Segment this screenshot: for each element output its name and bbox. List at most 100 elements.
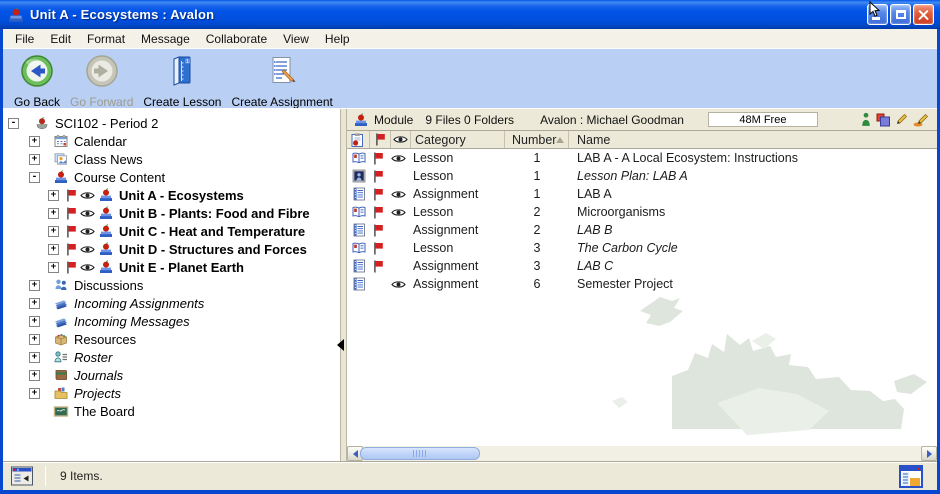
expand-toggle-icon[interactable]: + (29, 352, 40, 363)
list-row[interactable]: Lesson 2 Microorganisms (347, 203, 937, 221)
tree-item-unit-e[interactable]: + Unit E - Planet Earth (3, 258, 340, 276)
maximize-button[interactable] (890, 4, 911, 25)
number-column-header[interactable]: Number (505, 131, 569, 148)
expand-toggle-icon[interactable]: + (29, 334, 40, 345)
menu-message[interactable]: Message (133, 30, 198, 48)
expand-toggle-icon[interactable]: + (48, 190, 59, 201)
tree-item-label: Unit C - Heat and Temperature (119, 224, 305, 239)
tree-item-resources[interactable]: + Resources (3, 330, 340, 348)
name-cell: LAB A - A Local Ecosystem: Instructions (577, 151, 798, 165)
pencil-icon[interactable] (896, 113, 908, 127)
course-tree-panel: - SCI102 - Period 2 + Calendar + Class N… (3, 109, 340, 461)
expand-toggle-icon[interactable]: + (48, 262, 59, 273)
expand-toggle-icon[interactable]: + (29, 298, 40, 309)
module-icon (353, 112, 369, 128)
tree-item-journals[interactable]: + Journals (3, 366, 340, 384)
apple-books-icon (98, 187, 114, 203)
tree-item-unit-a[interactable]: + Unit A - Ecosystems (3, 186, 340, 204)
collapse-toggle-icon[interactable]: - (29, 172, 40, 183)
menu-file[interactable]: File (7, 30, 42, 48)
list-row[interactable]: Assignment 3 LAB C (347, 257, 937, 275)
layout-icon[interactable] (899, 465, 923, 488)
create-lesson-button[interactable]: 1 Create Lesson (138, 53, 226, 110)
category-column-header[interactable]: Category (411, 131, 505, 148)
expand-toggle-icon[interactable]: + (48, 226, 59, 237)
name-cell: Lesson Plan: LAB A (577, 169, 688, 183)
horizontal-scrollbar[interactable] (347, 445, 937, 461)
list-row[interactable]: Assignment 1 LAB A (347, 185, 937, 203)
tree-item-unit-c[interactable]: + Unit C - Heat and Temperature (3, 222, 340, 240)
apple-books-icon (53, 169, 69, 185)
list-row[interactable]: Lesson 1 Lesson Plan: LAB A (347, 167, 937, 185)
expand-toggle-icon[interactable]: + (29, 280, 40, 291)
tree-item-unit-b[interactable]: + Unit B - Plants: Food and Fibre (3, 204, 340, 222)
overlapping-windows-icon[interactable] (876, 113, 891, 127)
expand-toggle-icon[interactable]: + (29, 154, 40, 165)
tree-item-incoming-assignments[interactable]: + Incoming Assignments (3, 294, 340, 312)
panel-splitter[interactable] (340, 109, 347, 461)
menu-edit[interactable]: Edit (42, 30, 79, 48)
list-row[interactable]: Lesson 1 LAB A - A Local Ecosystem: Inst… (347, 149, 937, 167)
flag-icon (373, 152, 387, 165)
tree-item-unit-d[interactable]: + Unit D - Structures and Forces (3, 240, 340, 258)
tree-item-course-root[interactable]: - SCI102 - Period 2 (3, 114, 340, 132)
name-cell: Semester Project (577, 277, 673, 291)
chevron-right-icon (927, 450, 932, 458)
collapse-panel-icon[interactable] (337, 339, 344, 351)
list-row[interactable]: Assignment 2 LAB B (347, 221, 937, 239)
go-forward-button[interactable]: Go Forward (65, 53, 138, 110)
scroll-right-button[interactable] (921, 446, 937, 461)
menu-help[interactable]: Help (317, 30, 358, 48)
go-back-button[interactable]: Go Back (9, 53, 65, 110)
flag-icon (66, 207, 77, 220)
mouse-cursor (869, 1, 881, 23)
menu-collaborate[interactable]: Collaborate (198, 30, 275, 48)
tree-item-calendar[interactable]: + Calendar (3, 132, 340, 150)
tree-item-incoming-messages[interactable]: + Incoming Messages (3, 312, 340, 330)
expand-toggle-icon[interactable]: + (29, 136, 40, 147)
tree-item-projects[interactable]: + Projects (3, 384, 340, 402)
eye-icon (391, 208, 409, 217)
free-space-indicator: 48M Free (708, 112, 818, 127)
content-panel: Module 9 Files 0 Folders Avalon : Michae… (347, 109, 937, 461)
tree-item-discussions[interactable]: + Discussions (3, 276, 340, 294)
expand-toggle-icon[interactable]: + (48, 208, 59, 219)
list-row[interactable]: Assignment 6 Semester Project (347, 275, 937, 293)
status-bar: 9 Items. (3, 461, 937, 490)
tree-item-label: Course Content (74, 170, 165, 185)
create-assignment-button[interactable]: Create Assignment (226, 53, 337, 110)
expand-toggle-icon[interactable]: + (48, 244, 59, 255)
expand-toggle-icon[interactable]: + (29, 370, 40, 381)
tree-item-label: Unit B - Plants: Food and Fibre (119, 206, 310, 221)
item-icon-column-header[interactable] (347, 131, 370, 148)
category-cell: Assignment (413, 259, 505, 273)
expand-toggle-icon[interactable]: + (29, 316, 40, 327)
flag-icon (373, 242, 387, 255)
split-view-icon[interactable] (11, 466, 33, 486)
menu-view[interactable]: View (275, 30, 317, 48)
menu-format[interactable]: Format (79, 30, 133, 48)
tree-item-class-news[interactable]: + Class News (3, 150, 340, 168)
category-cell: Assignment (413, 223, 505, 237)
tree-item-course-content[interactable]: - Course Content (3, 168, 340, 186)
name-cell: LAB B (577, 223, 612, 237)
tree-item-roster[interactable]: + Roster (3, 348, 340, 366)
list-row[interactable]: Lesson 3 The Carbon Cycle (347, 239, 937, 257)
eye-column-header[interactable] (391, 131, 411, 148)
flag-column-header[interactable] (370, 131, 391, 148)
apple-books-icon (98, 259, 114, 275)
name-column-header[interactable]: Name (569, 131, 937, 148)
scrollbar-thumb[interactable] (360, 447, 480, 460)
person-icon[interactable] (861, 112, 871, 127)
title-bar[interactable]: Unit A - Ecosystems : Avalon (0, 0, 940, 29)
eye-icon (80, 191, 95, 200)
close-button[interactable] (913, 4, 934, 25)
item-count-text: 9 Items. (60, 469, 103, 483)
collapse-toggle-icon[interactable]: - (8, 118, 19, 129)
category-cell: Assignment (413, 187, 505, 201)
signature-pencil-icon[interactable] (913, 113, 929, 127)
tree-item-the-board[interactable]: The Board (3, 402, 340, 420)
notepad-icon (351, 222, 367, 238)
tree-item-label: Class News (74, 152, 143, 167)
expand-toggle-icon[interactable]: + (29, 388, 40, 399)
